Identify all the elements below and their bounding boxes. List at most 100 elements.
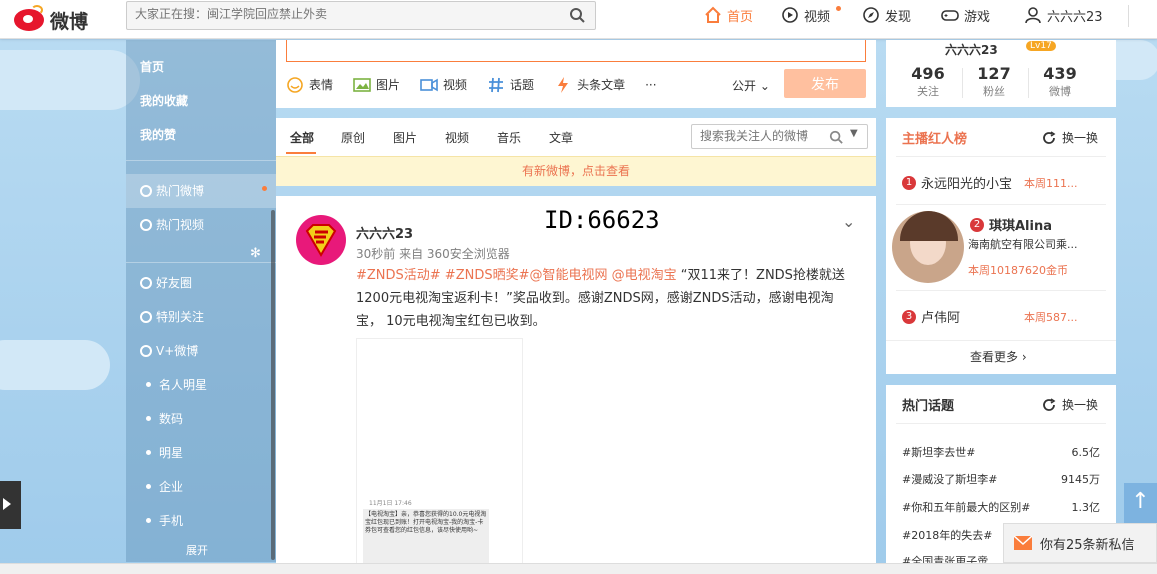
tool-label: 图片 [376,78,401,92]
refresh-icon [1043,130,1056,144]
heart-icon [140,276,152,289]
video-icon [782,7,798,23]
visibility-select[interactable]: 公开 ⌄ [732,77,770,94]
new-posts-notice[interactable]: 有新微博，点击查看 [276,156,876,186]
post-tags[interactable]: #ZNDS活动# #ZNDS晒奖#@智能电视网 @电视淘宝 [356,268,677,283]
sidebar-label: 数码 [159,412,184,426]
image-button[interactable]: 图片 [353,76,400,93]
sidebar-item-special[interactable]: 特别关注 [140,308,204,325]
topic-row[interactable]: #斯坦李去世# 6.5亿 [902,444,1100,460]
post-username[interactable]: 六六六23 [356,223,413,242]
tab-music[interactable]: 音乐 [497,129,521,146]
sidebar-item-vplus[interactable]: V+微博 [140,342,198,359]
avatar[interactable] [296,215,346,265]
post-meta: 30秒前 来自 360安全浏览器 [356,247,510,261]
rank-number: 3 [902,309,916,324]
refresh-button[interactable]: 换一换 [1042,396,1098,413]
anchor-value: 本周10187620金币 [968,264,1068,277]
nav-video-label: 视频 [804,9,831,25]
back-to-top-button[interactable]: ↑ [1124,483,1157,523]
anchor-name: 永远阳光的小宝 [921,177,1013,192]
tab-original[interactable]: 原创 [341,129,365,146]
hot-new-dot [262,186,267,191]
stat-fans[interactable]: 127 粉丝 [959,64,1029,99]
sidebar-item-hot-weibo[interactable]: 热门微博 [140,182,204,199]
video-button[interactable]: 视频 [420,76,467,93]
search-input[interactable] [135,7,555,21]
refresh-icon [1043,397,1056,411]
stat-label: 粉丝 [983,85,1005,98]
sidebar-group-item[interactable]: 手机 [140,512,183,529]
anchor-sub: 海南航空有限公司乘... [968,238,1078,251]
publish-button[interactable]: 发布 [784,69,866,98]
sidebar-group-item[interactable]: 企业 [140,478,183,495]
gear-icon[interactable]: ✻ [250,246,261,261]
tab-video[interactable]: 视频 [445,129,469,146]
feed-search-input[interactable] [700,129,820,143]
stat-number: 127 [977,64,1011,83]
rank-number: 1 [902,175,916,190]
sidebar-divider [126,160,276,161]
anchor-name: 琪琪Alina [989,219,1053,234]
topic-title: #2018年的失去# [902,529,993,542]
chevron-down-icon[interactable]: ⌄ [842,212,855,231]
sidebar-group-item[interactable]: 明星 [140,444,183,461]
bullet-icon [146,450,151,455]
sidebar-item-favorites[interactable]: 我的收藏 [140,92,188,109]
sidebar-group-item[interactable]: 数码 [140,410,183,427]
global-search[interactable] [126,1,596,30]
side-play-icon[interactable] [0,481,21,529]
fire-icon [140,184,152,197]
chevron-down-icon: ⌄ [759,79,770,93]
private-message-popup[interactable]: 你有25条新私信 [1003,523,1157,563]
more-button[interactable]: ··· [645,78,656,92]
sidebar-item-home[interactable]: 首页 [140,58,164,75]
anchor-avatar[interactable] [892,211,964,283]
feed-search[interactable]: ▼ [691,124,868,149]
nav-game[interactable]: 游戏 [941,0,990,30]
caret-down-icon[interactable]: ▼ [850,128,858,139]
expand-button[interactable]: 展开 [186,542,208,558]
nav-user-label: 六六六23 [1047,9,1103,25]
tool-label: 头条文章 [577,78,626,92]
tab-articles[interactable]: 文章 [549,129,573,146]
sidebar-group-item[interactable]: 名人明星 [140,376,207,393]
nav-discover[interactable]: 发现 [862,0,911,30]
sidebar-item-friends[interactable]: 好友圈 [140,274,192,291]
nav-video[interactable]: 视频 [781,0,830,30]
sidebar-scrollbar[interactable] [271,210,275,560]
topic-row[interactable]: #你和五年前最大的区别# 1.3亿 [902,499,1100,515]
tab-images[interactable]: 图片 [393,129,417,146]
level-badge[interactable]: Lv17 [1026,41,1056,51]
browser-status-bar [0,563,1157,574]
search-icon[interactable] [829,130,843,144]
emoji-button[interactable]: 表情 [286,76,333,93]
stat-weibo[interactable]: 439 微博 [1025,64,1095,99]
sidebar-item-likes[interactable]: 我的赞 [140,126,176,143]
topic-button[interactable]: 话题 [487,76,534,93]
composer-textarea[interactable] [286,40,866,62]
anchor-row[interactable]: 2 琪琪Alina [970,215,1157,234]
mail-icon [1014,536,1032,550]
rank-number: 2 [970,217,984,232]
see-more-link[interactable]: 查看更多 › [970,348,1027,365]
gamepad-icon [941,10,959,21]
topic-title: #斯坦李去世# [902,446,976,459]
sidebar-label: 热门微博 [156,184,205,198]
tab-all[interactable]: 全部 [290,129,314,146]
stat-following[interactable]: 496 关注 [893,64,963,99]
profile-name[interactable]: 六六六23 [945,41,998,58]
search-icon[interactable] [569,7,585,23]
cloud [0,50,140,110]
refresh-button[interactable]: 换一换 [1042,129,1098,146]
article-button[interactable]: 头条文章 [554,76,625,93]
weibo-logo[interactable]: 微博 [12,5,96,33]
nav-user[interactable]: 六六六23 [1024,0,1103,30]
stat-label: 关注 [917,85,939,98]
topic-row[interactable]: #漫威没了斯坦李# 9145万 [902,471,1100,487]
nav-home[interactable]: 首页 [704,0,753,30]
post-image[interactable]: 11月1日 17:46 【电视淘宝】亲，恭喜您获得的10.0元电视淘宝红包现已到… [356,338,523,567]
sidebar-item-hot-video[interactable]: 热门视频 [140,216,204,233]
bullet-icon [146,416,151,421]
divider [886,340,1116,341]
